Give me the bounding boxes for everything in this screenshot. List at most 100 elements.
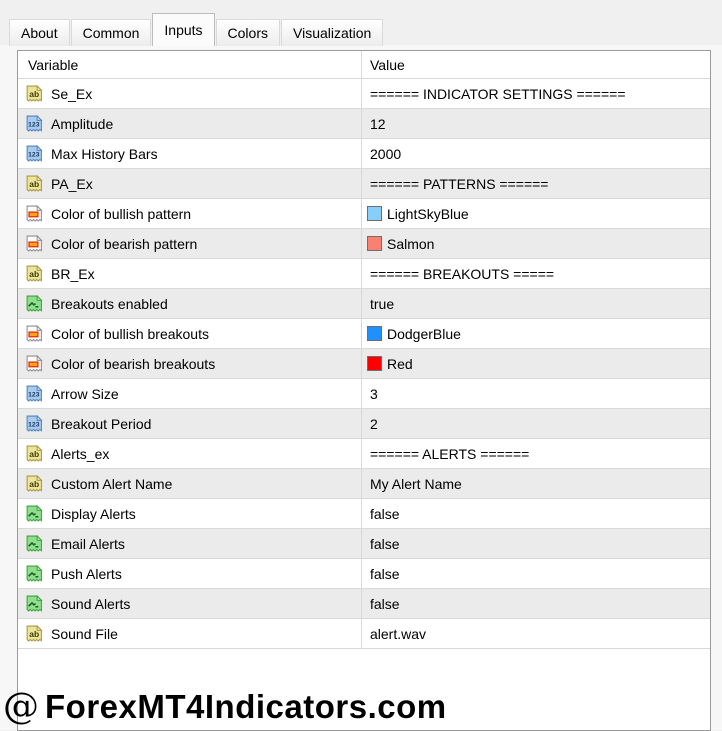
value-text: false xyxy=(367,596,400,612)
variable-cell: 123 Max History Bars xyxy=(18,139,361,168)
variable-cell: 123Breakout Period xyxy=(18,409,361,438)
value-cell[interactable]: ====== BREAKOUTS ===== xyxy=(361,259,710,288)
value-cell[interactable]: DodgerBlue xyxy=(361,319,710,348)
value-text: Red xyxy=(387,356,413,372)
variable-cell: ab Se_Ex xyxy=(18,79,361,108)
number-icon: 123 xyxy=(25,415,43,433)
svg-text:ab: ab xyxy=(29,629,39,639)
variable-cell: abCustom Alert Name xyxy=(18,469,361,498)
table-row[interactable]: 123Amplitude12 xyxy=(18,109,710,139)
color-swatch xyxy=(367,236,382,251)
variable-cell: Push Alerts xyxy=(18,559,361,588)
table-row[interactable]: ab Alerts_ex ====== ALERTS ====== xyxy=(18,439,710,469)
table-row[interactable]: 123Breakout Period2 xyxy=(18,409,710,439)
table-row[interactable]: Sound Alerts false xyxy=(18,589,710,619)
variable-cell: ab Alerts_ex xyxy=(18,439,361,468)
variable-cell: ab Sound File xyxy=(18,619,361,648)
tab-about[interactable]: About xyxy=(9,19,70,46)
tab-common[interactable]: Common xyxy=(71,19,152,46)
variable-name: Max History Bars xyxy=(51,146,158,162)
table-row[interactable]: Color of bearish pattern Salmon xyxy=(18,229,710,259)
variable-name: Push Alerts xyxy=(51,566,122,582)
color-icon xyxy=(25,325,43,343)
table-row[interactable]: abBR_Ex====== BREAKOUTS ===== xyxy=(18,259,710,289)
value-cell[interactable]: ====== PATTERNS ====== xyxy=(361,169,710,198)
value-text: true xyxy=(367,296,394,312)
inputs-tab-page: Variable Value ab Se_Ex ====== INDICATOR S… xyxy=(0,45,722,730)
color-swatch xyxy=(367,356,382,371)
variable-name: Color of bullish breakouts xyxy=(51,326,209,342)
table-row[interactable]: abPA_Ex====== PATTERNS ====== xyxy=(18,169,710,199)
value-cell[interactable]: My Alert Name xyxy=(361,469,710,498)
value-cell[interactable]: 2 xyxy=(361,409,710,438)
value-text: 2000 xyxy=(367,146,401,162)
variable-cell: Color of bullish breakouts xyxy=(18,319,361,348)
variable-cell: abBR_Ex xyxy=(18,259,361,288)
value-cell[interactable]: 3 xyxy=(361,379,710,408)
table-row[interactable]: 123Arrow Size3 xyxy=(18,379,710,409)
table-row[interactable]: Push Alerts false xyxy=(18,559,710,589)
value-text: ====== PATTERNS ====== xyxy=(367,176,549,192)
value-cell[interactable]: LightSkyBlue xyxy=(361,199,710,228)
value-cell[interactable]: false xyxy=(361,589,710,618)
variable-name: Color of bearish pattern xyxy=(51,236,197,252)
value-cell[interactable]: 12 xyxy=(361,109,710,138)
table-row[interactable]: Breakouts enabled true xyxy=(18,289,710,319)
value-cell[interactable]: 2000 xyxy=(361,139,710,168)
value-text: DodgerBlue xyxy=(387,326,461,342)
svg-text:123: 123 xyxy=(28,421,40,428)
variable-name: Breakouts enabled xyxy=(51,296,168,312)
value-text: Salmon xyxy=(387,236,434,252)
bool-icon xyxy=(25,595,43,613)
table-row[interactable]: Email Alerts false xyxy=(18,529,710,559)
svg-text:123: 123 xyxy=(28,151,40,158)
svg-text:ab: ab xyxy=(29,89,39,99)
table-row[interactable]: abCustom Alert NameMy Alert Name xyxy=(18,469,710,499)
table-row[interactable]: Color of bullish breakouts DodgerBlue xyxy=(18,319,710,349)
column-header-variable: Variable xyxy=(18,51,361,78)
table-row[interactable]: ab Sound File alert.wav xyxy=(18,619,710,649)
tab-visualization[interactable]: Visualization xyxy=(281,19,383,46)
variable-name: Email Alerts xyxy=(51,536,125,552)
bool-icon xyxy=(25,535,43,553)
table-row[interactable]: 123 Max History Bars 2000 xyxy=(18,139,710,169)
variable-name: Se_Ex xyxy=(51,86,92,102)
variable-name: Sound File xyxy=(51,626,118,642)
watermark-at-symbol: @ xyxy=(3,686,39,727)
color-icon xyxy=(25,355,43,373)
ab-icon: ab xyxy=(25,175,43,193)
value-text: 12 xyxy=(367,116,386,132)
value-text: 3 xyxy=(367,386,378,402)
value-cell[interactable]: ====== INDICATOR SETTINGS ====== xyxy=(361,79,710,108)
variable-name: Color of bullish pattern xyxy=(51,206,191,222)
variable-cell: Color of bullish pattern xyxy=(18,199,361,228)
value-cell[interactable]: false xyxy=(361,559,710,588)
svg-text:123: 123 xyxy=(28,121,40,128)
value-cell[interactable]: alert.wav xyxy=(361,619,710,648)
table-row[interactable]: ab Se_Ex ====== INDICATOR SETTINGS ====== xyxy=(18,79,710,109)
bool-icon xyxy=(25,505,43,523)
value-cell[interactable]: false xyxy=(361,499,710,528)
bool-icon xyxy=(25,295,43,313)
tab-colors[interactable]: Colors xyxy=(216,19,280,46)
variable-cell: Sound Alerts xyxy=(18,589,361,618)
variable-name: Alerts_ex xyxy=(51,446,109,462)
value-text: false xyxy=(367,566,400,582)
svg-text:ab: ab xyxy=(29,449,39,459)
value-cell[interactable]: false xyxy=(361,529,710,558)
value-cell[interactable]: true xyxy=(361,289,710,318)
variable-name: Custom Alert Name xyxy=(51,476,172,492)
table-row[interactable]: Color of bearish breakoutsRed xyxy=(18,349,710,379)
table-row[interactable]: Color of bullish pattern LightSkyBlue xyxy=(18,199,710,229)
variable-name: Arrow Size xyxy=(51,386,119,402)
value-cell[interactable]: Red xyxy=(361,349,710,378)
color-swatch xyxy=(367,206,382,221)
value-cell[interactable]: Salmon xyxy=(361,229,710,258)
variable-name: BR_Ex xyxy=(51,266,95,282)
ab-icon: ab xyxy=(25,625,43,643)
tab-inputs[interactable]: Inputs xyxy=(152,13,214,46)
table-row[interactable]: Display Alertsfalse xyxy=(18,499,710,529)
value-cell[interactable]: ====== ALERTS ====== xyxy=(361,439,710,468)
color-swatch xyxy=(367,326,382,341)
table-header-row: Variable Value xyxy=(18,51,710,79)
